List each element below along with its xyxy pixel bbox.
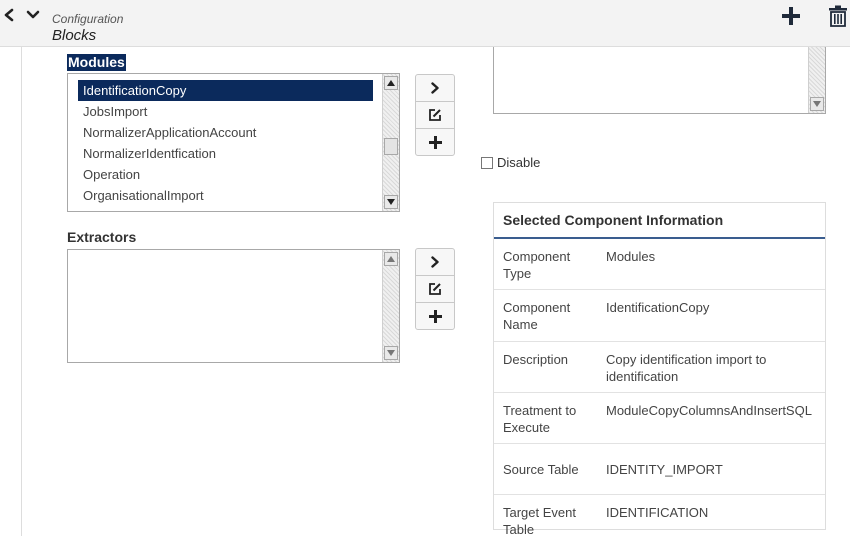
scroll-up-button[interactable] bbox=[384, 252, 398, 266]
info-key: Treatment to Execute bbox=[503, 402, 577, 435]
disable-checkbox[interactable] bbox=[481, 156, 493, 169]
info-row: Source Table IDENTITY_IMPORT bbox=[494, 444, 825, 496]
module-add-button[interactable] bbox=[416, 129, 454, 156]
extractors-scrollbar[interactable] bbox=[382, 250, 399, 362]
info-value: Modules bbox=[606, 249, 656, 264]
disable-checkbox-row: Disable bbox=[481, 155, 540, 170]
description-textarea[interactable] bbox=[493, 47, 826, 114]
info-row: Treatment to Execute ModuleCopyColumnsAnd… bbox=[494, 393, 825, 445]
plus-icon bbox=[428, 310, 442, 323]
edit-icon bbox=[429, 283, 441, 295]
info-value: IDENTITY_IMPORT bbox=[606, 462, 723, 478]
breadcrumb[interactable]: Configuration bbox=[52, 12, 123, 26]
disable-label[interactable]: Disable bbox=[497, 155, 540, 170]
add-block-button[interactable] bbox=[779, 4, 803, 28]
edit-icon bbox=[429, 109, 441, 121]
back-button[interactable] bbox=[0, 6, 18, 24]
component-info-rows: Component Type Modules Component Name Ident… bbox=[494, 239, 825, 536]
modules-actions bbox=[415, 74, 455, 156]
info-row: Description Copy identification import to… bbox=[494, 342, 825, 393]
info-key: Source Table bbox=[503, 462, 579, 478]
plus-icon bbox=[428, 136, 442, 149]
info-key: Target Event Table bbox=[503, 505, 576, 536]
left-rail bbox=[21, 47, 22, 536]
extractors-actions bbox=[415, 248, 455, 330]
page-header: Configuration Blocks bbox=[0, 0, 850, 47]
module-list-item[interactable]: NormalizerIdentfication bbox=[78, 143, 373, 164]
info-row: Target Event Table IDENTIFICATION bbox=[494, 495, 825, 536]
extractor-edit-button[interactable] bbox=[416, 276, 454, 303]
scroll-thumb[interactable] bbox=[384, 138, 398, 155]
info-key: Description bbox=[503, 351, 569, 367]
page-title: Blocks bbox=[52, 27, 97, 44]
triangle-up-icon bbox=[387, 256, 395, 262]
info-value: IDENTIFICATION bbox=[606, 505, 709, 521]
delete-block-button[interactable] bbox=[826, 4, 850, 28]
triangle-down-icon bbox=[387, 350, 395, 356]
modules-scrollbar[interactable] bbox=[382, 74, 399, 211]
description-scrollbar[interactable] bbox=[808, 47, 825, 113]
extractors-listbox[interactable] bbox=[67, 249, 400, 363]
module-list-item[interactable]: Operation bbox=[78, 164, 373, 185]
chevron-left-icon bbox=[4, 8, 14, 22]
extractor-add-button[interactable] bbox=[416, 303, 454, 330]
scroll-down-button[interactable] bbox=[384, 195, 398, 209]
module-select-button[interactable] bbox=[416, 75, 454, 102]
trash-icon bbox=[829, 5, 847, 27]
expand-button[interactable] bbox=[24, 6, 42, 24]
info-key: Component Name bbox=[503, 300, 571, 333]
module-edit-button[interactable] bbox=[416, 102, 454, 129]
info-row: Component Type Modules bbox=[494, 239, 825, 291]
chevron-right-icon bbox=[431, 256, 439, 268]
triangle-down-icon bbox=[387, 199, 395, 205]
module-list-item[interactable]: JobsImport bbox=[78, 101, 373, 122]
extractor-select-button[interactable] bbox=[416, 249, 454, 276]
plus-icon bbox=[782, 7, 800, 25]
modules-listbox[interactable]: IdentificationCopy JobsImport NormalizerAp… bbox=[67, 73, 400, 212]
extractors-label: Extractors bbox=[67, 229, 137, 245]
scroll-up-button[interactable] bbox=[384, 76, 398, 90]
info-key: Component Type bbox=[503, 249, 571, 281]
module-list-item[interactable]: NormalizerApplicationAccount bbox=[78, 122, 373, 143]
modules-items: IdentificationCopy JobsImport NormalizerAp… bbox=[78, 80, 373, 206]
triangle-up-icon bbox=[387, 80, 395, 86]
info-value: Copy identification import to identifica… bbox=[606, 351, 767, 384]
module-list-item[interactable]: OrganisationalImport bbox=[78, 185, 373, 206]
component-info-title: Selected Component Information bbox=[494, 203, 825, 239]
info-value: IdentificationCopy bbox=[606, 300, 710, 316]
module-list-item[interactable]: IdentificationCopy bbox=[78, 80, 373, 101]
info-row: Component Name IdentificationCopy bbox=[494, 290, 825, 342]
chevron-right-icon bbox=[431, 82, 439, 94]
scroll-down-button[interactable] bbox=[384, 346, 398, 360]
info-value: ModuleCopyColumnsAndInsertSQL bbox=[606, 402, 812, 418]
component-info-panel: Selected Component Information Component… bbox=[493, 202, 826, 536]
chevron-down-icon bbox=[26, 10, 40, 19]
modules-label: Modules bbox=[67, 54, 126, 71]
triangle-down-icon bbox=[813, 101, 821, 107]
scroll-down-button[interactable] bbox=[810, 97, 824, 111]
